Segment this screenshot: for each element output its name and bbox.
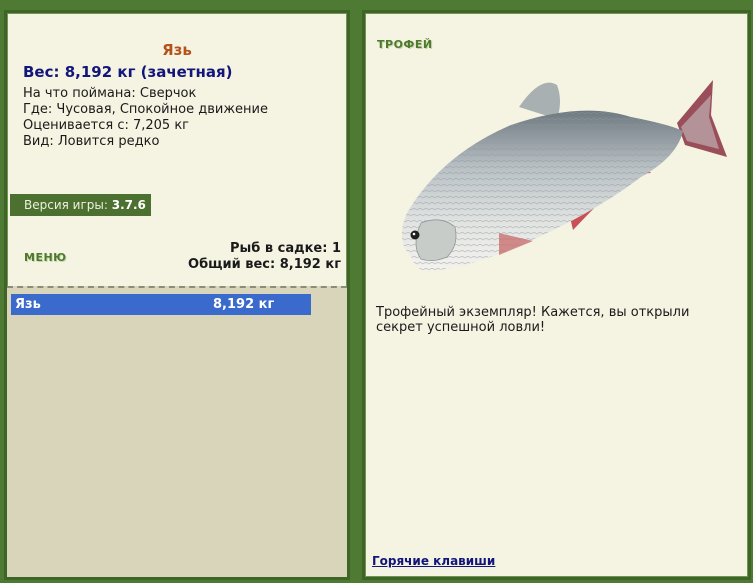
fish-image bbox=[401, 80, 727, 271]
rarity-text: Вид: Ловится редко bbox=[23, 134, 160, 149]
value-threshold-text: Оценивается с: 7,205 кг bbox=[23, 118, 190, 133]
location-text: Где: Чусовая, Спокойное движение bbox=[23, 102, 268, 117]
list-item-name: Язь bbox=[15, 297, 41, 312]
menu-button[interactable]: МЕНЮ bbox=[24, 251, 67, 264]
caught-on-text: На что поймана: Сверчок bbox=[23, 86, 197, 101]
list-item-weight: 8,192 кг bbox=[213, 297, 275, 312]
keepnet-list[interactable]: Язь 8,192 кг bbox=[7, 286, 347, 577]
fish-name: Язь bbox=[162, 41, 192, 59]
trophy-panel: ТРОФЕЙ Трофейный экземпляр! Кажется, вы … bbox=[362, 10, 751, 580]
trophy-message: Трофейный экземпляр! Кажется, вы открыли… bbox=[376, 305, 690, 335]
keepnet-count: Рыб в садке: 1 bbox=[229, 241, 341, 256]
hotkeys-link[interactable]: Горячие клавиши bbox=[372, 554, 495, 568]
fish-weight: Вес: 8,192 кг (зачетная) bbox=[23, 63, 233, 81]
keepnet-total-weight: Общий вес: 8,192 кг bbox=[188, 257, 341, 272]
game-version-bar: Версия игры: 3.7.6 bbox=[10, 194, 151, 216]
version-label: Версия игры: bbox=[24, 198, 112, 212]
list-item[interactable]: Язь 8,192 кг bbox=[11, 294, 311, 315]
fish-info-panel: Язь Вес: 8,192 кг (зачетная) На что пойм… bbox=[4, 10, 350, 580]
version-value: 3.7.6 bbox=[111, 198, 146, 212]
